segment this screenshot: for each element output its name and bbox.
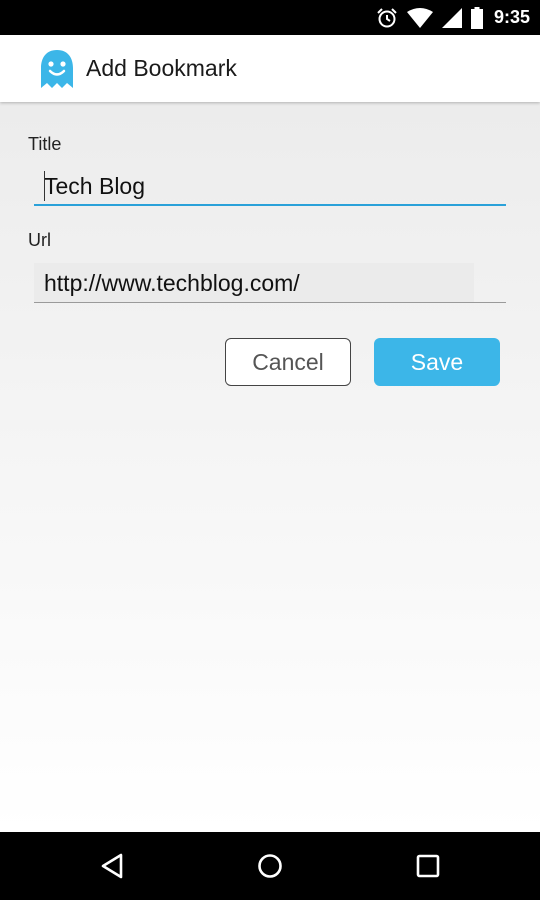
- url-input[interactable]: http://www.techblog.com/: [34, 263, 506, 303]
- page-title: Add Bookmark: [86, 55, 237, 81]
- text-cursor: [44, 171, 45, 201]
- ghost-logo-icon: [41, 50, 73, 88]
- bookmark-form: Title Tech Blog Url http://www.techblog.…: [0, 102, 540, 832]
- signal-icon: [441, 7, 462, 28]
- status-icons: 9:35: [376, 0, 530, 35]
- title-label: Title: [28, 134, 62, 154]
- title-input[interactable]: Tech Blog: [34, 166, 506, 206]
- wifi-icon: [406, 7, 433, 28]
- home-icon[interactable]: [256, 852, 284, 880]
- recents-icon[interactable]: [414, 852, 442, 880]
- navigation-bar: [0, 832, 540, 900]
- save-button[interactable]: Save: [374, 338, 500, 386]
- alarm-icon: [377, 7, 397, 27]
- status-bar: 9:35: [0, 0, 540, 35]
- app-bar: Add Bookmark: [0, 35, 540, 102]
- title-input-value: Tech Blog: [44, 173, 146, 199]
- cancel-button[interactable]: Cancel: [225, 338, 351, 386]
- status-time: 9:35: [493, 7, 530, 27]
- url-input-value: http://www.techblog.com/: [44, 270, 300, 296]
- back-icon[interactable]: [99, 852, 127, 880]
- battery-icon: [470, 6, 483, 29]
- url-label: Url: [28, 230, 51, 250]
